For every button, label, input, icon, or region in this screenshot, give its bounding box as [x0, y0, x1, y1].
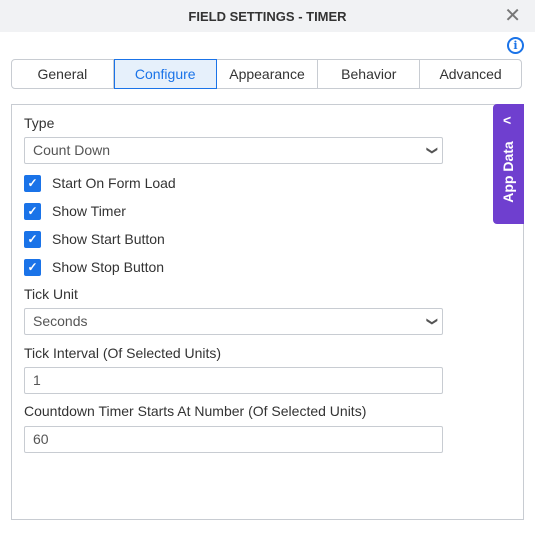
checkbox-label: Show Stop Button [52, 259, 165, 275]
info-icon[interactable]: i [507, 37, 524, 54]
checkbox-show-stop-button[interactable]: ✓ Show Stop Button [24, 258, 164, 276]
type-select[interactable]: Count Down ❯ [24, 137, 443, 164]
checkbox-start-on-form-load[interactable]: ✓ Start On Form Load [24, 174, 176, 192]
checkbox-show-timer[interactable]: ✓ Show Timer [24, 202, 126, 220]
checkbox-label: Show Start Button [52, 231, 165, 247]
checkbox-checked-icon[interactable]: ✓ [24, 258, 41, 276]
app-data-label: App Data [500, 141, 516, 203]
tick-unit-value: Seconds [33, 313, 88, 329]
tab-appearance[interactable]: Appearance [217, 60, 319, 88]
dialog-title: FIELD SETTINGS - TIMER [188, 9, 347, 24]
tab-bar: General Configure Appearance Behavior Ad… [11, 59, 522, 89]
type-label: Type [24, 115, 55, 131]
tick-unit-select[interactable]: Seconds ❯ [24, 308, 443, 335]
tick-interval-input[interactable]: 1 [24, 367, 443, 394]
tick-unit-label: Tick Unit [24, 286, 78, 302]
checkbox-checked-icon[interactable]: ✓ [24, 230, 41, 248]
type-value: Count Down [33, 142, 111, 158]
chevron-down-icon: ❯ [425, 316, 438, 327]
checkbox-label: Show Timer [52, 203, 126, 219]
tab-advanced[interactable]: Advanced [420, 60, 521, 88]
checkbox-label: Start On Form Load [52, 175, 176, 191]
checkbox-checked-icon[interactable]: ✓ [24, 202, 41, 220]
chevron-left-icon: < [503, 112, 512, 128]
chevron-down-icon: ❯ [425, 145, 438, 156]
tab-general[interactable]: General [12, 60, 114, 88]
tab-behavior[interactable]: Behavior [318, 60, 421, 88]
checkbox-show-start-button[interactable]: ✓ Show Start Button [24, 230, 165, 248]
tick-interval-label: Tick Interval (Of Selected Units) [24, 345, 222, 361]
tab-configure[interactable]: Configure [113, 59, 217, 89]
countdown-start-input[interactable]: 60 [24, 426, 443, 453]
close-icon[interactable]: ✕ [504, 6, 521, 26]
app-data-toggle[interactable]: < App Data [493, 104, 524, 224]
dialog-title-bar: FIELD SETTINGS - TIMER ✕ [0, 0, 535, 32]
checkbox-checked-icon[interactable]: ✓ [24, 174, 41, 192]
countdown-start-label: Countdown Timer Starts At Number (Of Sel… [24, 403, 367, 419]
